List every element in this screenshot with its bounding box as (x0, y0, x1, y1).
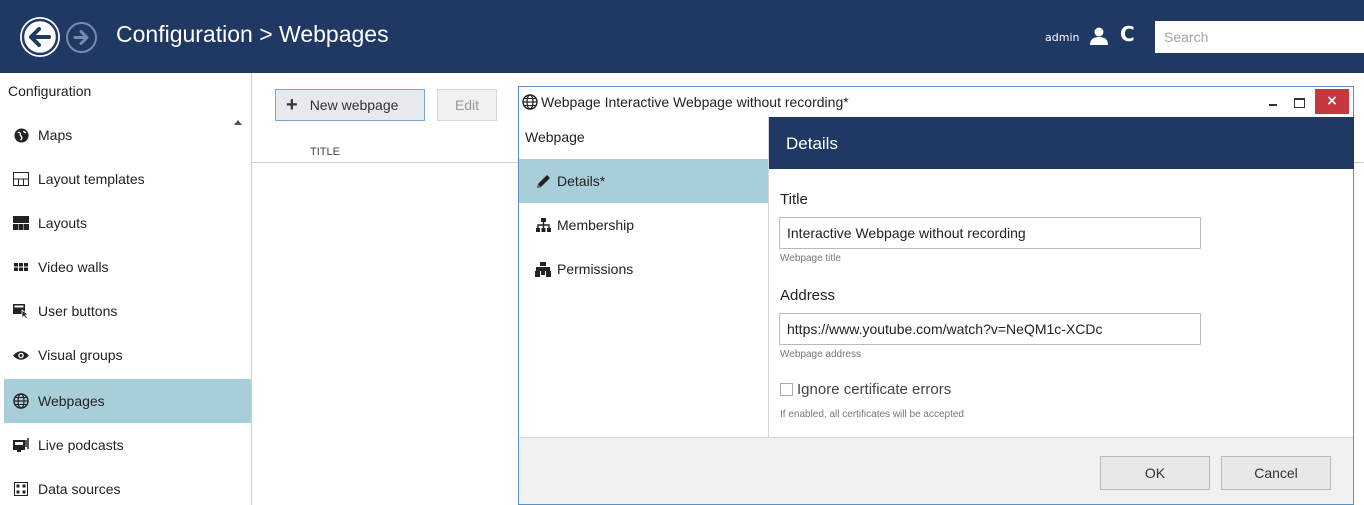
search-input[interactable] (1155, 21, 1364, 53)
close-button[interactable]: × (1315, 89, 1349, 114)
edit-button[interactable]: Edit (437, 89, 497, 121)
plus-icon: + (286, 94, 298, 116)
title-input[interactable] (779, 217, 1201, 249)
title-label: Title (780, 191, 808, 208)
ignore-cert-help: If enabled, all certificates will be acc… (780, 409, 964, 420)
web-globe-icon (522, 94, 538, 110)
back-arrow-icon (21, 18, 59, 56)
sidebar-item-video-walls[interactable]: Video walls (4, 245, 251, 289)
dialog-nav-label: Permissions (557, 261, 634, 277)
details-header: Details (769, 117, 1354, 169)
sidebar-item-layouts[interactable]: Layouts (4, 201, 251, 245)
dialog-nav-permissions[interactable]: Permissions (519, 247, 768, 291)
layout-icon (13, 215, 29, 231)
sidebar-item-label: Layouts (38, 215, 88, 231)
sidebar-item-maps[interactable]: Maps (4, 113, 251, 157)
sidebar-item-layout-templates[interactable]: Layout templates (4, 157, 251, 201)
user-icon[interactable] (1090, 27, 1108, 45)
new-webpage-button[interactable]: + New webpage (275, 89, 425, 121)
back-button[interactable] (20, 17, 60, 57)
ignore-cert-label: Ignore certificate errors (797, 381, 952, 398)
globe-icon (13, 127, 29, 143)
table-header-divider (1354, 162, 1364, 163)
ignore-cert-row[interactable]: Ignore certificate errors (780, 381, 951, 398)
new-webpage-label: New webpage (309, 97, 399, 113)
title-help: Webpage title (780, 253, 841, 264)
permissions-icon (535, 261, 551, 277)
address-label: Address (780, 287, 836, 304)
sidebar-item-visual-groups[interactable]: Visual groups (4, 333, 251, 377)
minimize-button[interactable] (1263, 92, 1283, 112)
cancel-button[interactable]: Cancel (1221, 456, 1331, 490)
dialog-footer: OK Cancel (519, 437, 1353, 504)
sidebar-item-label: Webpages (38, 393, 105, 409)
user-button-icon (13, 303, 29, 319)
dialog-nav-label: Details* (557, 173, 606, 189)
ignore-cert-checkbox[interactable] (780, 383, 793, 396)
layout-template-icon (13, 171, 29, 187)
refresh-icon[interactable]: C (1120, 24, 1135, 44)
eye-icon (13, 347, 29, 363)
close-icon: × (1326, 93, 1338, 109)
sidebar-item-label: Live podcasts (38, 437, 124, 453)
dialog-nav-heading: Webpage (525, 129, 585, 145)
dialog-nav-label: Membership (557, 217, 635, 233)
address-input[interactable] (779, 313, 1201, 345)
web-globe-icon (13, 393, 29, 409)
dialog-title: Webpage Interactive Webpage without reco… (541, 94, 849, 110)
podcast-icon (13, 437, 29, 453)
forward-arrow-icon (73, 30, 89, 45)
sidebar-item-label: Video walls (38, 259, 109, 275)
pencil-icon (535, 173, 551, 189)
sidebar-item-label: User buttons (38, 303, 118, 319)
sidebar-item-webpages[interactable]: Webpages (4, 379, 251, 423)
hierarchy-icon (535, 217, 551, 233)
dialog-titlebar[interactable]: Webpage Interactive Webpage without reco… (519, 87, 1353, 117)
dialog-nav: Webpage Details* Membership Permissions (519, 117, 768, 437)
webpage-dialog: Webpage Interactive Webpage without reco… (518, 86, 1354, 505)
sidebar-item-user-buttons[interactable]: User buttons (4, 289, 251, 333)
sidebar-item-label: Maps (38, 127, 73, 143)
sidebar-item-data-sources[interactable]: Data sources (4, 467, 251, 505)
sidebar-item-live-podcasts[interactable]: Live podcasts (4, 423, 251, 467)
maximize-button[interactable] (1289, 92, 1309, 112)
video-wall-icon (13, 259, 29, 275)
dialog-nav-membership[interactable]: Membership (519, 203, 768, 247)
page-title: Configuration > Webpages (116, 21, 389, 47)
forward-button[interactable] (66, 22, 97, 53)
user-name[interactable]: admin (1045, 31, 1079, 44)
sidebar-item-label: Data sources (38, 481, 121, 497)
address-help: Webpage address (780, 349, 861, 360)
app-header: Configuration > Webpages admin C (0, 0, 1364, 73)
ok-button[interactable]: OK (1100, 456, 1210, 490)
column-header-title[interactable]: TITLE (310, 146, 340, 158)
dialog-nav-details[interactable]: Details* (519, 159, 768, 203)
data-source-icon (13, 481, 29, 497)
sidebar: Configuration Maps Layout templates Layo… (0, 73, 252, 505)
table-header-divider (252, 162, 518, 163)
sidebar-item-label: Visual groups (38, 347, 123, 363)
details-panel: Details Title Webpage title Address Webp… (768, 117, 1354, 437)
sidebar-item-label: Layout templates (38, 171, 145, 187)
sidebar-heading: Configuration (8, 83, 92, 99)
